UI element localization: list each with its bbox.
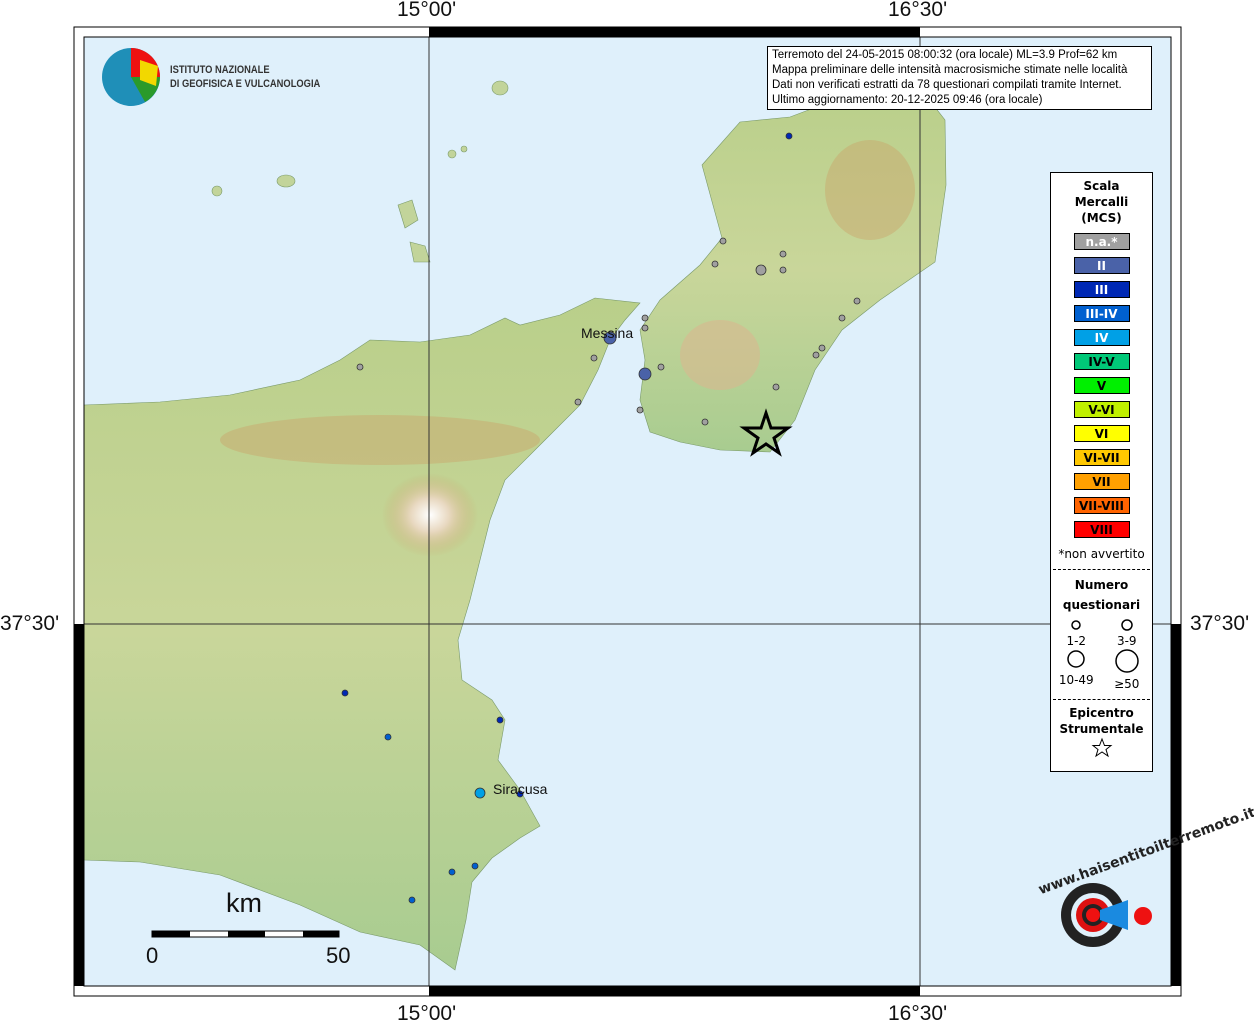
intensity-marker[interactable] bbox=[779, 250, 787, 258]
last-update: Ultimo aggiornamento: 20-12-2025 09:46 (… bbox=[772, 94, 1043, 106]
ingv-logo-globe bbox=[102, 48, 160, 106]
intensity-marker[interactable] bbox=[408, 896, 416, 904]
lat-label-right: 37°30' bbox=[1190, 612, 1250, 635]
legend-swatch-2: III bbox=[1073, 281, 1130, 298]
intensity-marker[interactable] bbox=[772, 383, 780, 391]
intensity-marker[interactable] bbox=[853, 297, 861, 305]
intensity-marker[interactable] bbox=[356, 363, 364, 371]
legend-swatch-6: V bbox=[1073, 377, 1130, 394]
intensity-marker[interactable] bbox=[755, 264, 767, 276]
intensity-marker[interactable] bbox=[590, 354, 598, 362]
intensity-marker[interactable] bbox=[641, 324, 649, 332]
intensity-marker[interactable] bbox=[474, 787, 486, 799]
intensity-marker[interactable] bbox=[719, 237, 727, 245]
intensity-marker[interactable] bbox=[838, 314, 846, 322]
city-label-siracusa: Siracusa bbox=[493, 781, 548, 797]
intensity-marker[interactable] bbox=[779, 266, 787, 274]
intensity-marker[interactable] bbox=[711, 260, 719, 268]
lat-label-left: 37°30' bbox=[0, 612, 60, 635]
intensity-marker[interactable] bbox=[448, 868, 456, 876]
intensity-marker[interactable] bbox=[785, 132, 793, 140]
lon-label-bottom-left: 15°00' bbox=[397, 1002, 457, 1025]
legend-swatch-5: IV-V bbox=[1073, 353, 1130, 370]
legend-swatch-1: II bbox=[1073, 257, 1130, 274]
intensity-marker[interactable] bbox=[641, 314, 649, 322]
count-size-legend: 1-2 3-9 10-49 ≥50 bbox=[1051, 617, 1152, 691]
legend-swatch-9: VI-VII bbox=[1073, 449, 1130, 466]
city-label-messina: Messina bbox=[581, 325, 633, 341]
intensity-marker[interactable] bbox=[471, 862, 479, 870]
nebrodi-relief bbox=[220, 415, 540, 465]
intensity-marker[interactable] bbox=[818, 344, 826, 352]
event-info-box: Terremoto del 24-05-2015 08:00:32 (ora l… bbox=[767, 46, 1152, 110]
intensity-marker[interactable] bbox=[384, 733, 392, 741]
intensity-marker[interactable] bbox=[341, 689, 349, 697]
intensity-marker[interactable] bbox=[812, 351, 820, 359]
legend-swatch-12: VIII bbox=[1073, 521, 1130, 538]
legend-swatch-11: VII-VIII bbox=[1073, 497, 1130, 514]
legend-swatch-3: III-IV bbox=[1073, 305, 1130, 322]
scale-unit: km bbox=[226, 888, 262, 918]
legend-swatch-10: VII bbox=[1073, 473, 1130, 490]
intensity-marker[interactable] bbox=[701, 418, 709, 426]
event-title: Terremoto del 24-05-2015 08:00:32 (ora l… bbox=[772, 49, 1118, 61]
intensity-marker[interactable] bbox=[657, 363, 665, 371]
scale-bar bbox=[151, 930, 340, 938]
lon-label-bottom-right: 16°30' bbox=[888, 1002, 948, 1025]
lon-label-top-left: 15°00' bbox=[397, 0, 457, 21]
intensity-marker[interactable] bbox=[574, 398, 582, 406]
intensity-marker[interactable] bbox=[636, 406, 644, 414]
epicenter-legend-star-icon bbox=[1091, 737, 1112, 758]
scale-start: 0 bbox=[146, 943, 159, 968]
data-note: Dati non verificati estratti da 78 quest… bbox=[772, 79, 1122, 91]
na-note: *non avvertito bbox=[1058, 547, 1145, 561]
intensity-marker[interactable] bbox=[638, 367, 652, 381]
map-description: Mappa preliminare delle intensità macros… bbox=[772, 64, 1128, 76]
legend: Scala Mercalli (MCS) n.a.* II III III-IV IV IV-… bbox=[1050, 172, 1153, 772]
legend-swatch-8: VI bbox=[1073, 425, 1130, 442]
aspromonte-relief bbox=[680, 320, 760, 390]
intensity-marker[interactable] bbox=[496, 716, 504, 724]
lon-label-top-right: 16°30' bbox=[888, 0, 948, 21]
legend-swatch-0: n.a.* bbox=[1073, 233, 1130, 250]
scale-end: 50 bbox=[326, 943, 351, 968]
legend-swatch-7: V-VI bbox=[1073, 401, 1130, 418]
sila-relief bbox=[825, 140, 915, 240]
legend-swatch-4: IV bbox=[1073, 329, 1130, 346]
etna-relief bbox=[382, 473, 478, 557]
ingv-logo-text: ISTITUTO NAZIONALE DI GEOFISICA E VULCANO… bbox=[170, 64, 321, 90]
